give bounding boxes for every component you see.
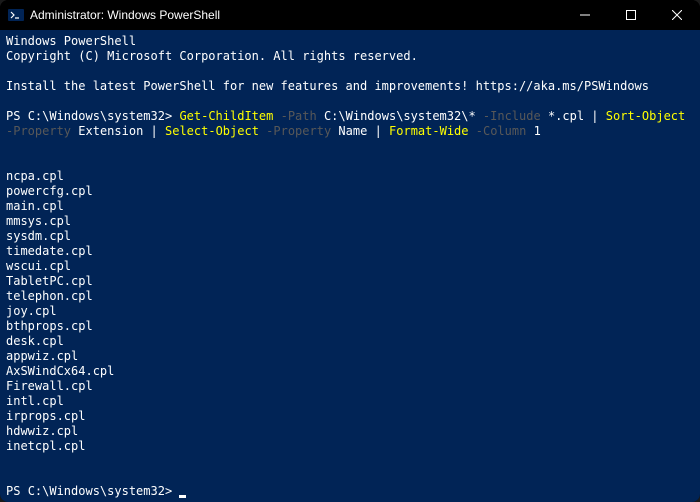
- arg: Extension: [78, 124, 143, 138]
- maximize-button[interactable]: [608, 0, 654, 30]
- param: -Path: [281, 109, 317, 123]
- output-line: main.cpl: [6, 199, 64, 213]
- window-controls: [562, 0, 700, 30]
- cmdlet: Format-Wide: [389, 124, 468, 138]
- window-title: Administrator: Windows PowerShell: [30, 8, 562, 22]
- output-line: AxSWindCx64.cpl: [6, 364, 114, 378]
- output-line: wscui.cpl: [6, 259, 71, 273]
- cmdlet: Sort-Object: [606, 109, 685, 123]
- prompt-path: C:\Windows\system32: [28, 484, 165, 498]
- prompt-suffix: >: [165, 109, 172, 123]
- maximize-icon: [626, 10, 636, 20]
- output-line: mmsys.cpl: [6, 214, 71, 228]
- output-line: intl.cpl: [6, 394, 64, 408]
- output-line: inetcpl.cpl: [6, 439, 85, 453]
- output-line: desk.cpl: [6, 334, 64, 348]
- minimize-button[interactable]: [562, 0, 608, 30]
- pipe: |: [591, 109, 598, 123]
- output-line: timedate.cpl: [6, 244, 93, 258]
- cmdlet: Select-Object: [165, 124, 259, 138]
- cursor: [179, 495, 186, 498]
- prompt-suffix: >: [165, 484, 172, 498]
- terminal-output[interactable]: Windows PowerShell Copyright (C) Microso…: [0, 30, 700, 502]
- param: -Include: [483, 109, 541, 123]
- output-line: sysdm.cpl: [6, 229, 71, 243]
- output-line: ncpa.cpl: [6, 169, 64, 183]
- powershell-window: Administrator: Windows PowerShell Window…: [0, 0, 700, 502]
- arg: 1: [534, 124, 541, 138]
- banner-line: Install the latest PowerShell for new fe…: [6, 79, 649, 93]
- pipe: |: [151, 124, 158, 138]
- close-button[interactable]: [654, 0, 700, 30]
- output-line: joy.cpl: [6, 304, 57, 318]
- prompt-path: C:\Windows\system32: [28, 109, 165, 123]
- close-icon: [672, 10, 682, 20]
- output-line: appwiz.cpl: [6, 349, 78, 363]
- titlebar[interactable]: Administrator: Windows PowerShell: [0, 0, 700, 30]
- prompt-prefix: PS: [6, 484, 28, 498]
- prompt-prefix: PS: [6, 109, 28, 123]
- pipe: |: [375, 124, 382, 138]
- arg: C:\Windows\system32\*: [324, 109, 476, 123]
- banner-line: Copyright (C) Microsoft Corporation. All…: [6, 49, 418, 63]
- minimize-icon: [580, 10, 590, 20]
- arg: Name: [338, 124, 367, 138]
- param: -Column: [476, 124, 527, 138]
- output-line: irprops.cpl: [6, 409, 85, 423]
- param: -Property: [6, 124, 71, 138]
- param: -Property: [266, 124, 331, 138]
- cmdlet: Get-ChildItem: [179, 109, 273, 123]
- banner-line: Windows PowerShell: [6, 34, 136, 48]
- output-line: telephon.cpl: [6, 289, 93, 303]
- output-line: bthprops.cpl: [6, 319, 93, 333]
- arg: *.cpl: [548, 109, 584, 123]
- output-line: TabletPC.cpl: [6, 274, 93, 288]
- output-line: powercfg.cpl: [6, 184, 93, 198]
- output-line: hdwwiz.cpl: [6, 424, 78, 438]
- powershell-icon: [8, 7, 24, 23]
- output-line: Firewall.cpl: [6, 379, 93, 393]
